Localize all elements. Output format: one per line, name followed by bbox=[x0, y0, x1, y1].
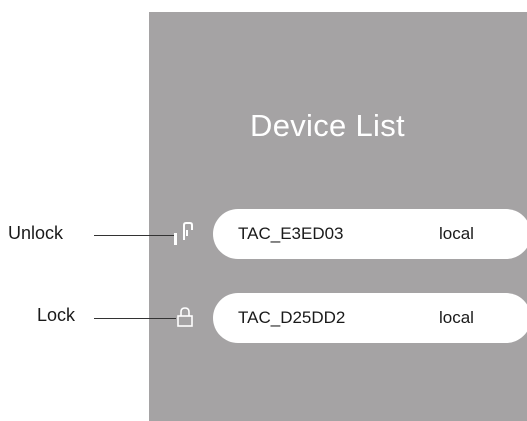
unlock-icon[interactable] bbox=[172, 222, 194, 246]
lock-icon[interactable] bbox=[176, 306, 194, 328]
device-name: TAC_E3ED03 bbox=[238, 224, 344, 243]
device-name: TAC_D25DD2 bbox=[238, 308, 346, 327]
connection-mode: local bbox=[439, 308, 474, 327]
device-row[interactable]: TAC_D25DD2 local bbox=[213, 293, 527, 343]
lock-callout-label: Lock bbox=[37, 305, 76, 325]
device-row[interactable]: TAC_E3ED03 local bbox=[213, 209, 527, 259]
unlock-callout-label: Unlock bbox=[8, 223, 64, 243]
unlock-callout-line bbox=[94, 235, 174, 236]
figure: Device List TAC_E3ED03 local TAC_D25DD2 … bbox=[0, 0, 527, 421]
connection-mode: local bbox=[439, 224, 474, 243]
lock-callout-line bbox=[94, 318, 176, 319]
page-title: Device List bbox=[250, 108, 405, 143]
